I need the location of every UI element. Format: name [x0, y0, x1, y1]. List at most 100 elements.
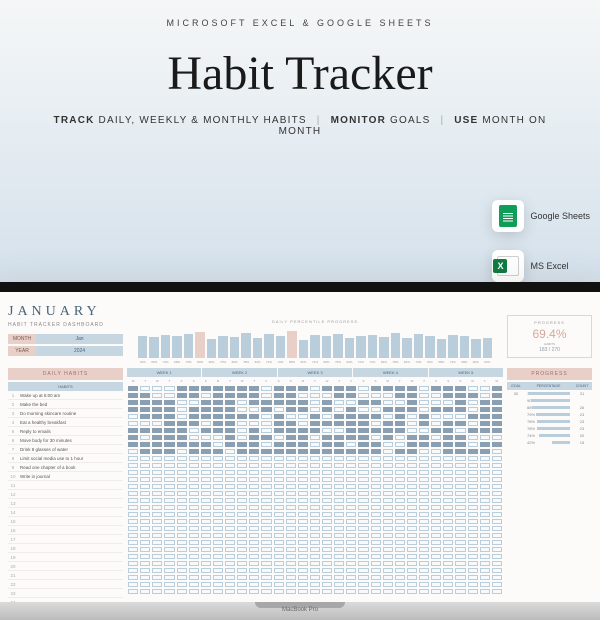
grid-cell[interactable]	[260, 546, 272, 553]
grid-cell[interactable]	[260, 560, 272, 567]
grid-cell[interactable]	[309, 427, 321, 434]
grid-cell[interactable]	[188, 511, 200, 518]
grid-cell[interactable]	[467, 476, 479, 483]
grid-cell[interactable]	[406, 469, 418, 476]
grid-cell[interactable]	[357, 490, 369, 497]
grid-cell[interactable]	[479, 567, 491, 574]
grid-cell[interactable]	[382, 546, 394, 553]
grid-cell[interactable]	[454, 511, 466, 518]
grid-cell[interactable]	[418, 539, 430, 546]
grid-cell[interactable]	[139, 518, 151, 525]
grid-cell[interactable]	[273, 490, 285, 497]
grid-cell[interactable]	[200, 560, 212, 567]
grid-cell[interactable]	[345, 455, 357, 462]
grid-cell[interactable]	[200, 385, 212, 392]
grid-cell[interactable]	[467, 497, 479, 504]
grid-cell[interactable]	[491, 434, 503, 441]
grid-cell[interactable]	[454, 539, 466, 546]
grid-cell[interactable]	[285, 462, 297, 469]
grid-cell[interactable]	[176, 504, 188, 511]
grid-cell[interactable]	[345, 462, 357, 469]
grid-cell[interactable]	[273, 504, 285, 511]
grid-cell[interactable]	[491, 546, 503, 553]
grid-cell[interactable]	[188, 455, 200, 462]
grid-cell[interactable]	[236, 399, 248, 406]
grid-cell[interactable]	[200, 420, 212, 427]
grid-cell[interactable]	[394, 462, 406, 469]
grid-cell[interactable]	[297, 490, 309, 497]
grid-cell[interactable]	[418, 574, 430, 581]
grid-cell[interactable]	[491, 462, 503, 469]
grid-cell[interactable]	[297, 539, 309, 546]
grid-cell[interactable]	[394, 553, 406, 560]
grid-cell[interactable]	[430, 539, 442, 546]
grid-cell[interactable]	[297, 581, 309, 588]
grid-cell[interactable]	[176, 567, 188, 574]
grid-cell[interactable]	[430, 441, 442, 448]
grid-cell[interactable]	[224, 420, 236, 427]
grid-cell[interactable]	[260, 413, 272, 420]
grid-cell[interactable]	[236, 406, 248, 413]
grid-cell[interactable]	[382, 504, 394, 511]
grid-cell[interactable]	[224, 539, 236, 546]
grid-cell[interactable]	[188, 504, 200, 511]
grid-cell[interactable]	[236, 525, 248, 532]
grid-cell[interactable]	[357, 392, 369, 399]
grid-cell[interactable]	[188, 399, 200, 406]
grid-cell[interactable]	[454, 567, 466, 574]
grid-cell[interactable]	[406, 511, 418, 518]
grid-cell[interactable]	[430, 392, 442, 399]
grid-cell[interactable]	[260, 525, 272, 532]
grid-cell[interactable]	[236, 511, 248, 518]
grid-cell[interactable]	[224, 455, 236, 462]
grid-cell[interactable]	[333, 413, 345, 420]
grid-cell[interactable]	[491, 413, 503, 420]
grid-cell[interactable]	[176, 406, 188, 413]
grid-cell[interactable]	[127, 588, 139, 595]
grid-cell[interactable]	[236, 560, 248, 567]
grid-cell[interactable]	[273, 560, 285, 567]
grid-cell[interactable]	[345, 497, 357, 504]
grid-cell[interactable]	[491, 427, 503, 434]
grid-cell[interactable]	[176, 525, 188, 532]
grid-cell[interactable]	[248, 406, 260, 413]
grid-cell[interactable]	[309, 588, 321, 595]
grid-cell[interactable]	[139, 399, 151, 406]
grid-cell[interactable]	[321, 546, 333, 553]
grid-cell[interactable]	[188, 448, 200, 455]
grid-cell[interactable]	[297, 560, 309, 567]
grid-cell[interactable]	[139, 469, 151, 476]
grid-cell[interactable]	[345, 504, 357, 511]
grid-cell[interactable]	[418, 497, 430, 504]
grid-cell[interactable]	[127, 420, 139, 427]
grid-cell[interactable]	[224, 546, 236, 553]
grid-cell[interactable]	[370, 567, 382, 574]
grid-cell[interactable]	[224, 413, 236, 420]
grid-cell[interactable]	[467, 469, 479, 476]
grid-cell[interactable]	[139, 546, 151, 553]
grid-cell[interactable]	[285, 560, 297, 567]
grid-cell[interactable]	[309, 532, 321, 539]
grid-cell[interactable]	[454, 525, 466, 532]
grid-cell[interactable]	[236, 441, 248, 448]
grid-cell[interactable]	[345, 567, 357, 574]
grid-cell[interactable]	[248, 490, 260, 497]
grid-cell[interactable]	[491, 469, 503, 476]
grid-cell[interactable]	[467, 483, 479, 490]
grid-cell[interactable]	[345, 413, 357, 420]
grid-cell[interactable]	[212, 434, 224, 441]
grid-cell[interactable]	[224, 581, 236, 588]
grid-cell[interactable]	[224, 441, 236, 448]
grid-cell[interactable]	[370, 518, 382, 525]
grid-cell[interactable]	[321, 553, 333, 560]
grid-cell[interactable]	[260, 448, 272, 455]
grid-cell[interactable]	[333, 504, 345, 511]
grid-cell[interactable]	[357, 455, 369, 462]
grid-cell[interactable]	[430, 483, 442, 490]
grid-cell[interactable]	[163, 483, 175, 490]
grid-cell[interactable]	[357, 420, 369, 427]
grid-cell[interactable]	[224, 532, 236, 539]
grid-cell[interactable]	[200, 462, 212, 469]
grid-cell[interactable]	[345, 574, 357, 581]
grid-cell[interactable]	[442, 441, 454, 448]
